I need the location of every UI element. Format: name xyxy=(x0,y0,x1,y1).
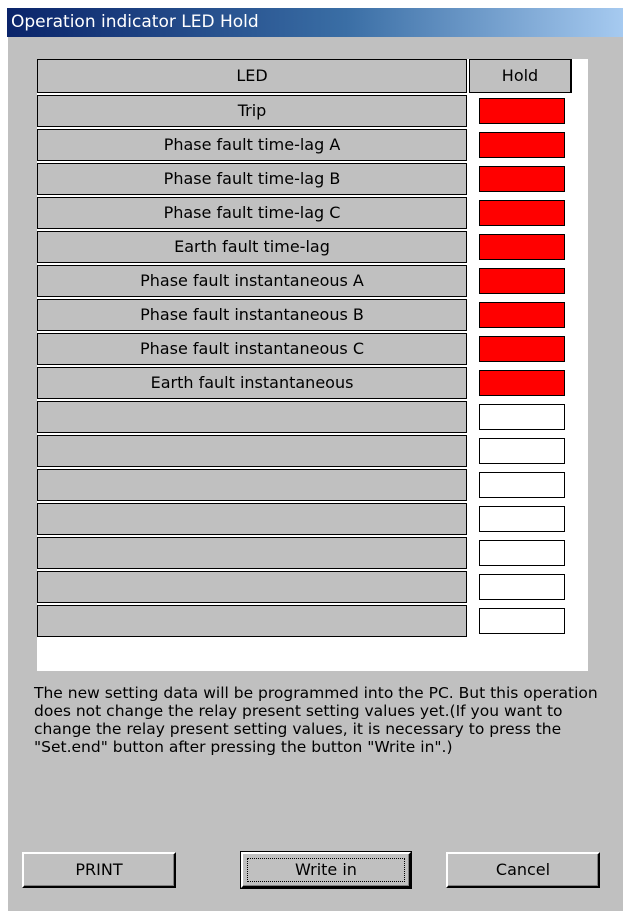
info-note: The new setting data will be programmed … xyxy=(34,684,598,756)
led-label xyxy=(37,605,467,637)
led-label: Earth fault instantaneous xyxy=(37,367,467,399)
led-label xyxy=(37,401,467,433)
table-row: Earth fault time-lag xyxy=(37,231,578,265)
hold-toggle[interactable] xyxy=(479,234,565,260)
table-row: Phase fault time-lag A xyxy=(37,129,578,163)
hold-toggle[interactable] xyxy=(479,472,565,498)
led-label: Phase fault time-lag B xyxy=(37,163,467,195)
table-row xyxy=(37,401,578,435)
hold-toggle[interactable] xyxy=(479,438,565,464)
led-label xyxy=(37,571,467,603)
hold-toggle[interactable] xyxy=(479,608,565,634)
led-label xyxy=(37,537,467,569)
table-row: Trip xyxy=(37,95,578,129)
grid-header-row: LED Hold xyxy=(37,59,578,95)
top-strip xyxy=(0,0,623,8)
hold-toggle[interactable] xyxy=(479,268,565,294)
led-label xyxy=(37,503,467,535)
header-hold: Hold xyxy=(469,59,572,93)
led-label: Phase fault instantaneous B xyxy=(37,299,467,331)
table-row xyxy=(37,605,578,639)
hold-toggle[interactable] xyxy=(479,540,565,566)
grid-table: LED Hold Trip Phase fault time-lag A Phase… xyxy=(37,59,578,639)
led-label: Trip xyxy=(37,95,467,127)
hold-toggle[interactable] xyxy=(479,370,565,396)
led-hold-grid: LED Hold Trip Phase fault time-lag A Phase… xyxy=(37,59,588,671)
table-row xyxy=(37,435,578,469)
table-row: Phase fault time-lag C xyxy=(37,197,578,231)
table-row: Phase fault instantaneous A xyxy=(37,265,578,299)
table-row xyxy=(37,571,578,605)
focus-rect xyxy=(247,858,405,882)
hold-toggle[interactable] xyxy=(479,404,565,430)
hold-toggle[interactable] xyxy=(479,336,565,362)
window-title: Operation indicator LED Hold xyxy=(11,12,259,32)
dialog-body: LED Hold Trip Phase fault time-lag A Phase… xyxy=(7,37,623,911)
header-led: LED xyxy=(37,59,467,93)
table-row: Phase fault instantaneous B xyxy=(37,299,578,333)
led-label: Earth fault time-lag xyxy=(37,231,467,263)
led-label xyxy=(37,469,467,501)
table-row xyxy=(37,469,578,503)
hold-toggle[interactable] xyxy=(479,98,565,124)
led-label: Phase fault instantaneous C xyxy=(37,333,467,365)
table-row: Earth fault instantaneous xyxy=(37,367,578,401)
table-row xyxy=(37,503,578,537)
cancel-button[interactable]: Cancel xyxy=(446,852,600,888)
led-label: Phase fault time-lag A xyxy=(37,129,467,161)
dialog-window: Operation indicator LED Hold LED Hold Tr… xyxy=(0,0,623,911)
table-row: Phase fault instantaneous C xyxy=(37,333,578,367)
table-row: Phase fault time-lag B xyxy=(37,163,578,197)
title-bar[interactable]: Operation indicator LED Hold xyxy=(7,8,623,37)
write-in-button[interactable]: Write in xyxy=(240,851,412,889)
print-button[interactable]: PRINT xyxy=(22,852,176,888)
hold-toggle[interactable] xyxy=(479,132,565,158)
led-label: Phase fault instantaneous A xyxy=(37,265,467,297)
hold-toggle[interactable] xyxy=(479,574,565,600)
table-row xyxy=(37,537,578,571)
hold-toggle[interactable] xyxy=(479,166,565,192)
hold-toggle[interactable] xyxy=(479,200,565,226)
hold-toggle[interactable] xyxy=(479,302,565,328)
led-label xyxy=(37,435,467,467)
hold-toggle[interactable] xyxy=(479,506,565,532)
led-label: Phase fault time-lag C xyxy=(37,197,467,229)
